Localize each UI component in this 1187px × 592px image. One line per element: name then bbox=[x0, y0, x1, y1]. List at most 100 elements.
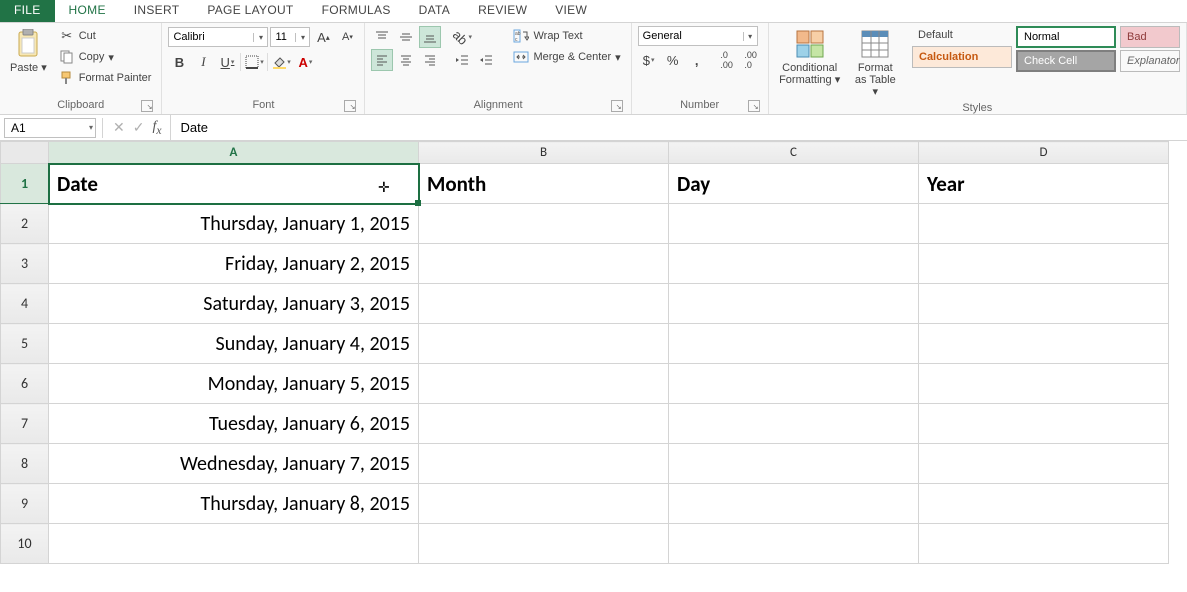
cell-D10[interactable] bbox=[919, 524, 1169, 564]
fill-color-button[interactable]: ▾ bbox=[270, 51, 292, 73]
tab-data[interactable]: DATA bbox=[405, 0, 464, 22]
column-header-B[interactable]: B bbox=[419, 142, 669, 164]
cell-A7[interactable]: Tuesday, January 6, 2015 bbox=[49, 404, 419, 444]
cell-B10[interactable] bbox=[419, 524, 669, 564]
cell-A8[interactable]: Wednesday, January 7, 2015 bbox=[49, 444, 419, 484]
cell-D9[interactable] bbox=[919, 484, 1169, 524]
style-explanatory[interactable]: Explanator bbox=[1120, 50, 1180, 72]
cell-D5[interactable] bbox=[919, 324, 1169, 364]
font-color-button[interactable]: A▾ bbox=[294, 51, 316, 73]
style-calculation[interactable]: Calculation bbox=[912, 46, 1012, 68]
cell-D4[interactable] bbox=[919, 284, 1169, 324]
cell-A10[interactable] bbox=[49, 524, 419, 564]
tab-review[interactable]: REVIEW bbox=[464, 0, 541, 22]
merge-center-button[interactable]: Merge & Center ▾ bbox=[509, 47, 624, 67]
clipboard-dialog-launcher[interactable] bbox=[141, 100, 153, 112]
align-middle-button[interactable] bbox=[395, 26, 417, 48]
cell-C1[interactable]: Day bbox=[669, 164, 919, 204]
tab-file[interactable]: FILE bbox=[0, 0, 55, 22]
cell-B7[interactable] bbox=[419, 404, 669, 444]
cell-B9[interactable] bbox=[419, 484, 669, 524]
format-as-table-button[interactable]: Format as Table ▾ bbox=[849, 26, 902, 100]
cell-A3[interactable]: Friday, January 2, 2015 bbox=[49, 244, 419, 284]
align-top-button[interactable] bbox=[371, 26, 393, 48]
cell-C9[interactable] bbox=[669, 484, 919, 524]
cancel-icon[interactable]: ✕ bbox=[113, 119, 125, 136]
select-all-corner[interactable] bbox=[1, 142, 49, 164]
style-normal[interactable]: Normal bbox=[1016, 26, 1116, 48]
decrease-indent-button[interactable] bbox=[451, 49, 473, 71]
font-dialog-launcher[interactable] bbox=[344, 100, 356, 112]
style-bad[interactable]: Bad bbox=[1120, 26, 1180, 48]
enter-icon[interactable]: ✓ bbox=[133, 119, 145, 136]
tab-insert[interactable]: INSERT bbox=[120, 0, 194, 22]
wrap-text-button[interactable]: abc Wrap Text bbox=[509, 26, 624, 46]
orientation-button[interactable]: ab▾ bbox=[451, 26, 473, 48]
row-header-1[interactable]: 1 bbox=[1, 164, 49, 204]
number-format-combo[interactable]: General▾ bbox=[638, 26, 758, 46]
cell-B5[interactable] bbox=[419, 324, 669, 364]
tab-view[interactable]: VIEW bbox=[541, 0, 601, 22]
percent-format-button[interactable]: % bbox=[662, 49, 684, 71]
cell-C4[interactable] bbox=[669, 284, 919, 324]
cell-D8[interactable] bbox=[919, 444, 1169, 484]
bold-button[interactable]: B bbox=[168, 51, 190, 73]
cell-C10[interactable] bbox=[669, 524, 919, 564]
cell-D1[interactable]: Year bbox=[919, 164, 1169, 204]
font-name-combo[interactable]: Calibri▾ bbox=[168, 27, 268, 47]
cut-button[interactable]: ✂ Cut bbox=[55, 26, 156, 46]
cell-C5[interactable] bbox=[669, 324, 919, 364]
cell-C3[interactable] bbox=[669, 244, 919, 284]
formula-input[interactable]: Date bbox=[170, 115, 1187, 140]
cell-B2[interactable] bbox=[419, 204, 669, 244]
cell-B8[interactable] bbox=[419, 444, 669, 484]
spreadsheet-grid[interactable]: ABCD1DateMonthDayYear2Thursday, January … bbox=[0, 141, 1187, 564]
cell-A1[interactable]: Date bbox=[49, 164, 419, 204]
tab-home[interactable]: HOME bbox=[55, 0, 120, 22]
cell-D6[interactable] bbox=[919, 364, 1169, 404]
style-check-cell[interactable]: Check Cell bbox=[1016, 50, 1116, 72]
alignment-dialog-launcher[interactable] bbox=[611, 100, 623, 112]
cell-B6[interactable] bbox=[419, 364, 669, 404]
row-header-3[interactable]: 3 bbox=[1, 244, 49, 284]
borders-button[interactable]: ▾ bbox=[243, 51, 265, 73]
cell-C7[interactable] bbox=[669, 404, 919, 444]
row-header-7[interactable]: 7 bbox=[1, 404, 49, 444]
decrease-decimal-button[interactable]: .00.0 bbox=[740, 49, 762, 71]
format-painter-button[interactable]: Format Painter bbox=[55, 68, 156, 88]
cell-C8[interactable] bbox=[669, 444, 919, 484]
cell-A4[interactable]: Saturday, January 3, 2015 bbox=[49, 284, 419, 324]
underline-button[interactable]: U▾ bbox=[216, 51, 238, 73]
row-header-10[interactable]: 10 bbox=[1, 524, 49, 564]
row-header-9[interactable]: 9 bbox=[1, 484, 49, 524]
align-bottom-button[interactable] bbox=[419, 26, 441, 48]
cell-A9[interactable]: Thursday, January 8, 2015 bbox=[49, 484, 419, 524]
increase-indent-button[interactable] bbox=[475, 49, 497, 71]
comma-format-button[interactable]: , bbox=[686, 49, 708, 71]
cell-B1[interactable]: Month bbox=[419, 164, 669, 204]
row-header-4[interactable]: 4 bbox=[1, 284, 49, 324]
cell-B4[interactable] bbox=[419, 284, 669, 324]
cell-A2[interactable]: Thursday, January 1, 2015 bbox=[49, 204, 419, 244]
increase-font-button[interactable]: A▴ bbox=[312, 26, 334, 48]
align-center-button[interactable] bbox=[395, 49, 417, 71]
number-dialog-launcher[interactable] bbox=[748, 100, 760, 112]
row-header-2[interactable]: 2 bbox=[1, 204, 49, 244]
tab-page-layout[interactable]: PAGE LAYOUT bbox=[193, 0, 307, 22]
align-right-button[interactable] bbox=[419, 49, 441, 71]
cell-C6[interactable] bbox=[669, 364, 919, 404]
conditional-formatting-button[interactable]: Conditional Formatting ▾ bbox=[775, 26, 845, 100]
font-size-combo[interactable]: 11▾ bbox=[270, 27, 310, 47]
cell-D7[interactable] bbox=[919, 404, 1169, 444]
insert-function-button[interactable]: fx bbox=[152, 119, 161, 137]
decrease-font-button[interactable]: A▾ bbox=[336, 26, 358, 48]
column-header-A[interactable]: A bbox=[49, 142, 419, 164]
name-box[interactable]: A1 ▾ bbox=[4, 118, 96, 138]
accounting-format-button[interactable]: $▾ bbox=[638, 49, 660, 71]
cell-A6[interactable]: Monday, January 5, 2015 bbox=[49, 364, 419, 404]
row-header-5[interactable]: 5 bbox=[1, 324, 49, 364]
increase-decimal-button[interactable]: .0.00 bbox=[716, 49, 738, 71]
cell-A5[interactable]: Sunday, January 4, 2015 bbox=[49, 324, 419, 364]
row-header-8[interactable]: 8 bbox=[1, 444, 49, 484]
cell-C2[interactable] bbox=[669, 204, 919, 244]
